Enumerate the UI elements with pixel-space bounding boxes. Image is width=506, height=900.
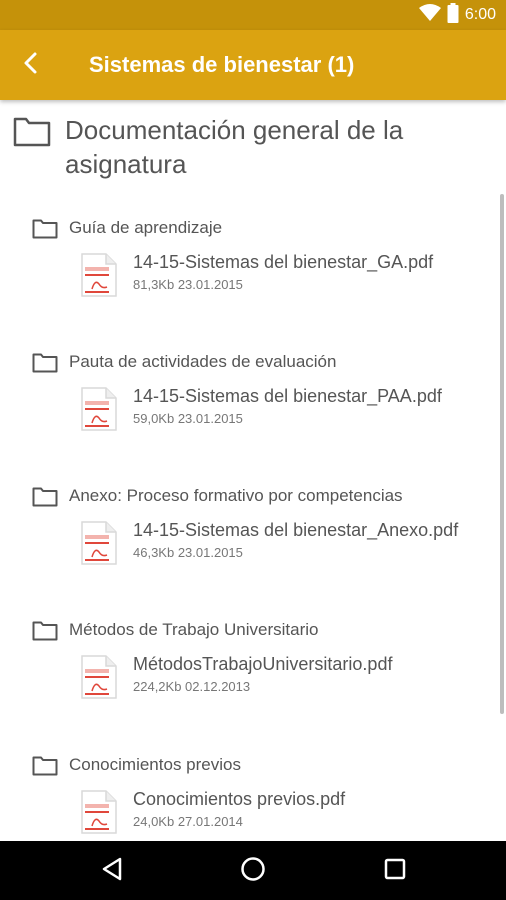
nav-home-button[interactable] [238,856,268,886]
pdf-file-icon [81,521,117,570]
folder-icon [32,621,58,646]
file-meta: 46,3Kb 23.01.2015 [133,545,243,560]
pdf-file-icon [81,655,117,704]
folder-label: Guía de aprendizaje [69,218,223,237]
recents-nav-icon [384,858,406,885]
folder-label: Anexo: Proceso formativo por competencia… [69,486,403,505]
folder-icon [32,353,58,378]
section-title: Documentación general de la asignatura [65,115,404,179]
file-item[interactable]: 14-15-Sistemas del bienestar_PAA.pdf 59,… [81,385,501,433]
wifi-icon [418,3,441,27]
file-item[interactable]: MétodosTrabajoUniversitario.pdf 224,2Kb … [81,653,501,701]
back-nav-icon [101,857,123,886]
back-button[interactable] [14,48,48,82]
pdf-file-icon [81,790,117,839]
folder-label: Pauta de actividades de evaluación [69,352,337,371]
nav-recents-button[interactable] [380,856,410,886]
status-icons: 6:00 [418,2,496,28]
file-name: Conocimientos previos.pdf [133,789,346,809]
folder-icon [32,219,58,244]
folder-label: Conocimientos previos [69,755,241,774]
content-area[interactable]: Documentación general de la asignatura G… [0,100,506,841]
app-bar: Sistemas de bienestar (1) [0,30,506,100]
folder-icon [32,487,58,512]
file-meta: 81,3Kb 23.01.2015 [133,277,243,292]
battery-icon [447,2,459,28]
folder-icon [13,117,51,152]
file-name: 14-15-Sistemas del bienestar_Anexo.pdf [133,520,459,540]
back-arrow-icon [21,51,41,80]
pdf-file-icon [81,253,117,302]
file-name: MétodosTrabajoUniversitario.pdf [133,654,393,674]
folder-label: Métodos de Trabajo Universitario [69,620,319,639]
file-meta: 224,2Kb 02.12.2013 [133,679,251,694]
file-name: 14-15-Sistemas del bienestar_GA.pdf [133,252,434,272]
home-nav-icon [240,856,266,887]
navigation-bar [0,841,506,900]
nav-back-button[interactable] [97,856,127,886]
file-meta: 24,0Kb 27.01.2014 [133,814,243,829]
folder-icon [32,756,58,781]
file-item[interactable]: Conocimientos previos.pdf 24,0Kb 27.01.2… [81,788,501,836]
file-item[interactable]: 14-15-Sistemas del bienestar_GA.pdf 81,3… [81,251,501,299]
page-title: Sistemas de bienestar (1) [89,52,355,77]
file-item[interactable]: 14-15-Sistemas del bienestar_Anexo.pdf 4… [81,519,501,567]
file-name: 14-15-Sistemas del bienestar_PAA.pdf [133,386,442,406]
file-meta: 59,0Kb 23.01.2015 [133,411,243,426]
status-bar: 6:00 [0,0,506,30]
status-time: 6:00 [464,6,496,23]
pdf-file-icon [81,387,117,436]
